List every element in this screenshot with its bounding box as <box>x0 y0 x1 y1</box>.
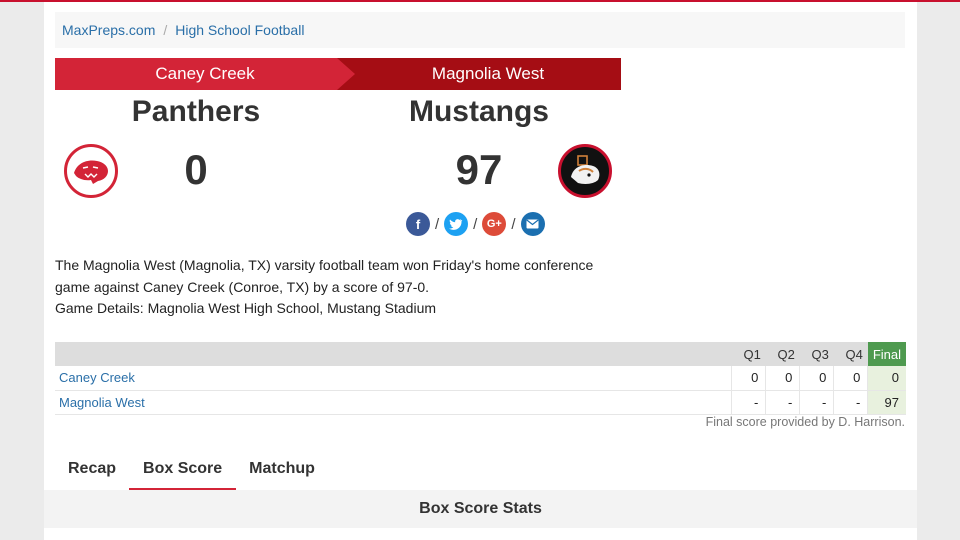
q3-score: 0 <box>799 366 834 391</box>
final-score: 97 <box>867 390 906 415</box>
box-score-stats-header: Box Score Stats <box>44 490 917 528</box>
home-school-name: Magnolia West <box>431 64 545 83</box>
breadcrumb-football-link[interactable]: High School Football <box>175 22 304 38</box>
q3-header: Q3 <box>799 342 834 366</box>
q4-score: - <box>833 390 868 415</box>
q3-score: - <box>799 390 834 415</box>
linescore-team-link[interactable]: Magnolia West <box>55 390 732 415</box>
away-school-name: Caney Creek <box>155 64 255 83</box>
mustang-logo-icon[interactable] <box>558 144 612 198</box>
facebook-icon[interactable]: f <box>406 212 430 236</box>
q1-score: 0 <box>731 366 766 391</box>
final-score: 0 <box>867 366 906 391</box>
social-share-row: f / / G+ / <box>406 212 545 236</box>
home-team-bar[interactable]: Magnolia West <box>337 58 621 90</box>
social-separator: / <box>435 215 440 233</box>
breadcrumb-maxpreps-link[interactable]: MaxPreps.com <box>62 22 155 38</box>
score-credit: Final score provided by D. Harrison. <box>705 415 905 429</box>
linescore-table: Q1 Q2 Q3 Q4 Final Caney Creek 0 0 0 0 0 … <box>55 342 906 415</box>
q1-score: - <box>731 390 766 415</box>
q1-header: Q1 <box>731 342 766 366</box>
tab-recap[interactable]: Recap <box>55 452 129 490</box>
away-score: 0 <box>184 146 208 193</box>
social-separator: / <box>511 215 516 233</box>
panther-logo-icon[interactable] <box>64 144 118 198</box>
tab-box-score[interactable]: Box Score <box>129 452 237 490</box>
table-row: Magnolia West - - - - 97 <box>55 390 906 415</box>
away-team-bar[interactable]: Caney Creek <box>55 58 355 90</box>
description-line: The Magnolia West (Magnolia, TX) varsity… <box>55 257 594 273</box>
game-description: The Magnolia West (Magnolia, TX) varsity… <box>55 255 655 320</box>
team-column-header <box>55 342 732 366</box>
twitter-icon[interactable] <box>444 212 469 236</box>
home-score: 97 <box>455 146 503 193</box>
email-icon[interactable] <box>520 212 545 236</box>
q4-header: Q4 <box>833 342 868 366</box>
breadcrumb: MaxPreps.com / High School Football <box>55 12 905 48</box>
q2-score: - <box>765 390 800 415</box>
game-tabs: Recap Box Score Matchup <box>55 452 328 490</box>
away-mascot: Panthers <box>131 95 261 128</box>
game-details-line: Game Details: Magnolia West High School,… <box>55 300 437 316</box>
linescore-header-row: Q1 Q2 Q3 Q4 Final <box>55 342 906 366</box>
final-header: Final <box>867 342 906 366</box>
q4-score: 0 <box>833 366 868 391</box>
breadcrumb-separator: / <box>163 22 168 38</box>
tab-matchup[interactable]: Matchup <box>236 452 328 490</box>
linescore-team-link[interactable]: Caney Creek <box>55 366 732 391</box>
q2-header: Q2 <box>765 342 800 366</box>
page-content: MaxPreps.com / High School Football Cane… <box>44 2 917 540</box>
google-plus-icon[interactable]: G+ <box>482 212 507 236</box>
table-row: Caney Creek 0 0 0 0 0 <box>55 366 906 391</box>
q2-score: 0 <box>765 366 800 391</box>
description-line: game against Caney Creek (Conroe, TX) by… <box>55 278 430 295</box>
home-mascot: Mustangs <box>408 95 549 128</box>
social-separator: / <box>473 215 478 233</box>
